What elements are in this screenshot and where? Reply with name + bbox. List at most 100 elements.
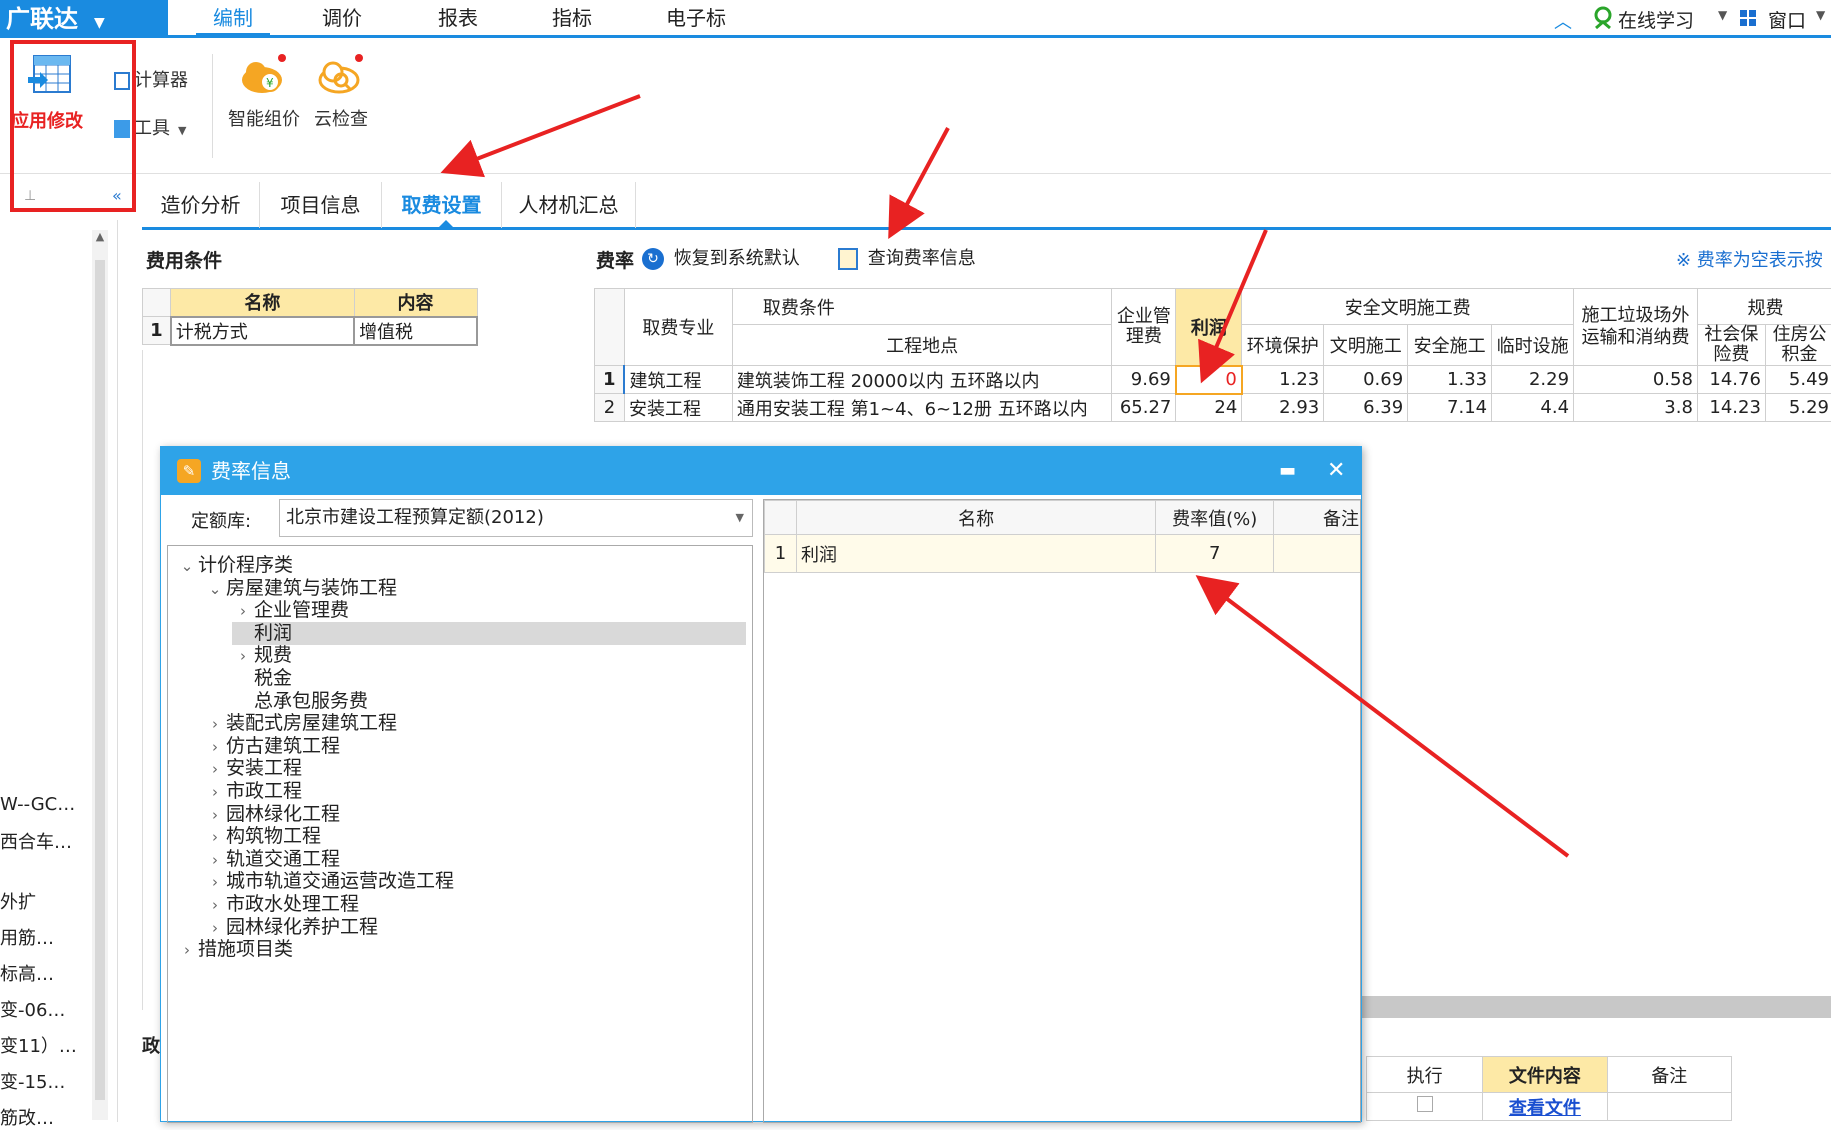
- execute-checkbox-cell[interactable]: [1367, 1093, 1483, 1121]
- window-menu[interactable]: 窗口: [1768, 6, 1806, 33]
- table-cell[interactable]: 2.29: [1492, 366, 1574, 394]
- sidebar-item[interactable]: W--GC…: [0, 794, 75, 815]
- splitter-bar[interactable]: [1362, 996, 1831, 1018]
- smart-pricing-button[interactable]: ¥ 智能组价: [226, 52, 302, 131]
- tree-item[interactable]: ›仿古建筑工程: [204, 735, 340, 758]
- chevron-right-icon[interactable]: ›: [204, 871, 226, 894]
- chevron-right-icon[interactable]: ›: [204, 713, 226, 736]
- chevron-right-icon[interactable]: ›: [232, 645, 254, 668]
- chevron-right-icon[interactable]: ›: [176, 939, 198, 962]
- restore-default-button[interactable]: ↻ 恢复到系统默认: [642, 244, 800, 270]
- tab-cost-analysis[interactable]: 造价分析: [142, 182, 260, 228]
- tree-item[interactable]: 利润: [232, 622, 746, 645]
- query-rate-info-button[interactable]: 查询费率信息: [838, 244, 976, 270]
- table-cell[interactable]: 增值税: [354, 317, 477, 345]
- checkbox[interactable]: [1417, 1096, 1433, 1112]
- menu-e-bid[interactable]: 电子标: [656, 0, 736, 36]
- menu-edit[interactable]: 编制: [196, 0, 270, 36]
- menu-adjust-price[interactable]: 调价: [312, 0, 372, 36]
- cloud-check-button[interactable]: 云检查: [308, 52, 374, 131]
- chevron-down-icon[interactable]: ⌄: [204, 578, 226, 601]
- menu-indicator[interactable]: 指标: [542, 0, 602, 36]
- sidebar-item[interactable]: 变-15…: [0, 1068, 65, 1094]
- chevron-down-icon[interactable]: ▼: [736, 500, 744, 536]
- tree-item[interactable]: ⌄计价程序类: [176, 554, 293, 577]
- tab-material-summary[interactable]: 人材机汇总: [502, 182, 636, 228]
- collapse-ribbon-icon[interactable]: ︿: [1554, 8, 1572, 34]
- sidebar-item[interactable]: 标高…: [0, 960, 54, 986]
- table-row[interactable]: 2 安装工程 通用安装工程 第1~4、6~12册 五环路以内 65.27 24 …: [595, 394, 1831, 422]
- table-cell[interactable]: 0.69: [1324, 366, 1408, 394]
- chevron-down-icon[interactable]: ▼: [1816, 8, 1825, 22]
- tree-item[interactable]: ⌄房屋建筑与装饰工程: [204, 577, 397, 600]
- table-cell[interactable]: 建筑装饰工程 20000以内 五环路以内: [732, 366, 1112, 394]
- tree-item[interactable]: ›园林绿化养护工程: [204, 916, 378, 939]
- chevron-right-icon[interactable]: ›: [204, 917, 226, 940]
- table-cell[interactable]: 14.76: [1697, 366, 1765, 394]
- chevron-right-icon[interactable]: ›: [204, 894, 226, 917]
- tree-item[interactable]: ›安装工程: [204, 757, 302, 780]
- sidebar-item[interactable]: 用筋…: [0, 924, 54, 950]
- table-cell[interactable]: 7.14: [1408, 394, 1492, 422]
- table-cell[interactable]: 利润: [796, 535, 1155, 573]
- tree-item[interactable]: ›企业管理费: [232, 599, 349, 622]
- quota-library-select[interactable]: 北京市建设工程预算定额(2012) ▼: [279, 499, 753, 537]
- table-cell[interactable]: 5.29: [1765, 394, 1831, 422]
- chevron-down-icon[interactable]: ⌄: [176, 555, 198, 578]
- tree-item[interactable]: ›园林绿化工程: [204, 803, 340, 826]
- sidebar-item[interactable]: 变-06…: [0, 996, 65, 1022]
- table-cell[interactable]: 5.49: [1765, 366, 1831, 394]
- table-cell[interactable]: 14.23: [1697, 394, 1765, 422]
- tree-item[interactable]: ›市政工程: [204, 780, 302, 803]
- tree-item[interactable]: 税金: [232, 667, 292, 690]
- tree-item[interactable]: ›轨道交通工程: [204, 848, 340, 871]
- menu-report[interactable]: 报表: [428, 0, 488, 36]
- tree-item[interactable]: ›装配式房屋建筑工程: [204, 712, 397, 735]
- table-cell[interactable]: 6.39: [1324, 394, 1408, 422]
- view-file-cell[interactable]: 查看文件: [1483, 1093, 1607, 1121]
- table-cell[interactable]: 9.69: [1112, 366, 1176, 394]
- view-file-link[interactable]: 查看文件: [1509, 1098, 1581, 1119]
- maximize-icon[interactable]: ▬: [1279, 447, 1296, 495]
- tree-item[interactable]: 总承包服务费: [232, 690, 368, 713]
- close-icon[interactable]: ✕: [1327, 447, 1345, 495]
- table-cell[interactable]: 24: [1176, 394, 1242, 422]
- chevron-right-icon[interactable]: ›: [204, 826, 226, 849]
- sidebar-scrollbar[interactable]: ▲: [92, 230, 108, 1120]
- table-cell[interactable]: 2.93: [1242, 394, 1324, 422]
- sidebar-item[interactable]: 筋改…: [0, 1104, 54, 1130]
- table-cell[interactable]: 65.27: [1112, 394, 1176, 422]
- table-row[interactable]: 1 建筑工程 建筑装饰工程 20000以内 五环路以内 9.69 0 1.23 …: [595, 366, 1831, 394]
- online-learning-label[interactable]: 在线学习: [1618, 6, 1694, 33]
- tree-item[interactable]: ›措施项目类: [176, 938, 293, 961]
- table-cell[interactable]: 4.4: [1492, 394, 1574, 422]
- table-cell[interactable]: 通用安装工程 第1~4、6~12册 五环路以内: [732, 394, 1112, 422]
- chevron-right-icon[interactable]: ›: [204, 736, 226, 759]
- table-cell[interactable]: 0.58: [1574, 366, 1698, 394]
- table-row[interactable]: 查看文件: [1367, 1093, 1732, 1121]
- tree-item[interactable]: ›市政水处理工程: [204, 893, 359, 916]
- scrollbar-thumb[interactable]: [95, 260, 105, 1100]
- app-logo[interactable]: 广联达▼: [0, 0, 168, 38]
- chevron-right-icon[interactable]: ›: [204, 849, 226, 872]
- tree-item[interactable]: ›城市轨道交通运营改造工程: [204, 870, 454, 893]
- table-cell[interactable]: 1.23: [1242, 366, 1324, 394]
- online-learning-icon[interactable]: [1592, 6, 1614, 35]
- chevron-down-icon[interactable]: ▼: [1718, 8, 1727, 22]
- rate-value-cell[interactable]: 7: [1156, 535, 1274, 573]
- sidebar-item[interactable]: 外扩: [0, 888, 36, 914]
- chevron-down-icon[interactable]: ▼: [94, 15, 105, 31]
- table-row[interactable]: 1 利润 7: [765, 535, 1362, 573]
- table-cell[interactable]: 建筑工程: [624, 366, 732, 394]
- chevron-right-icon[interactable]: ›: [204, 758, 226, 781]
- table-cell[interactable]: [1274, 535, 1361, 573]
- profit-cell[interactable]: 0: [1176, 366, 1242, 394]
- table-cell[interactable]: 计税方式: [171, 317, 354, 345]
- table-row[interactable]: 1 计税方式 增值税: [143, 317, 478, 345]
- sidebar-item[interactable]: 西合车…: [0, 828, 72, 854]
- table-cell[interactable]: 1.33: [1408, 366, 1492, 394]
- tree-item[interactable]: ›规费: [232, 644, 292, 667]
- table-cell[interactable]: 3.8: [1574, 394, 1698, 422]
- table-cell[interactable]: [1607, 1093, 1731, 1121]
- chevron-right-icon[interactable]: ›: [204, 781, 226, 804]
